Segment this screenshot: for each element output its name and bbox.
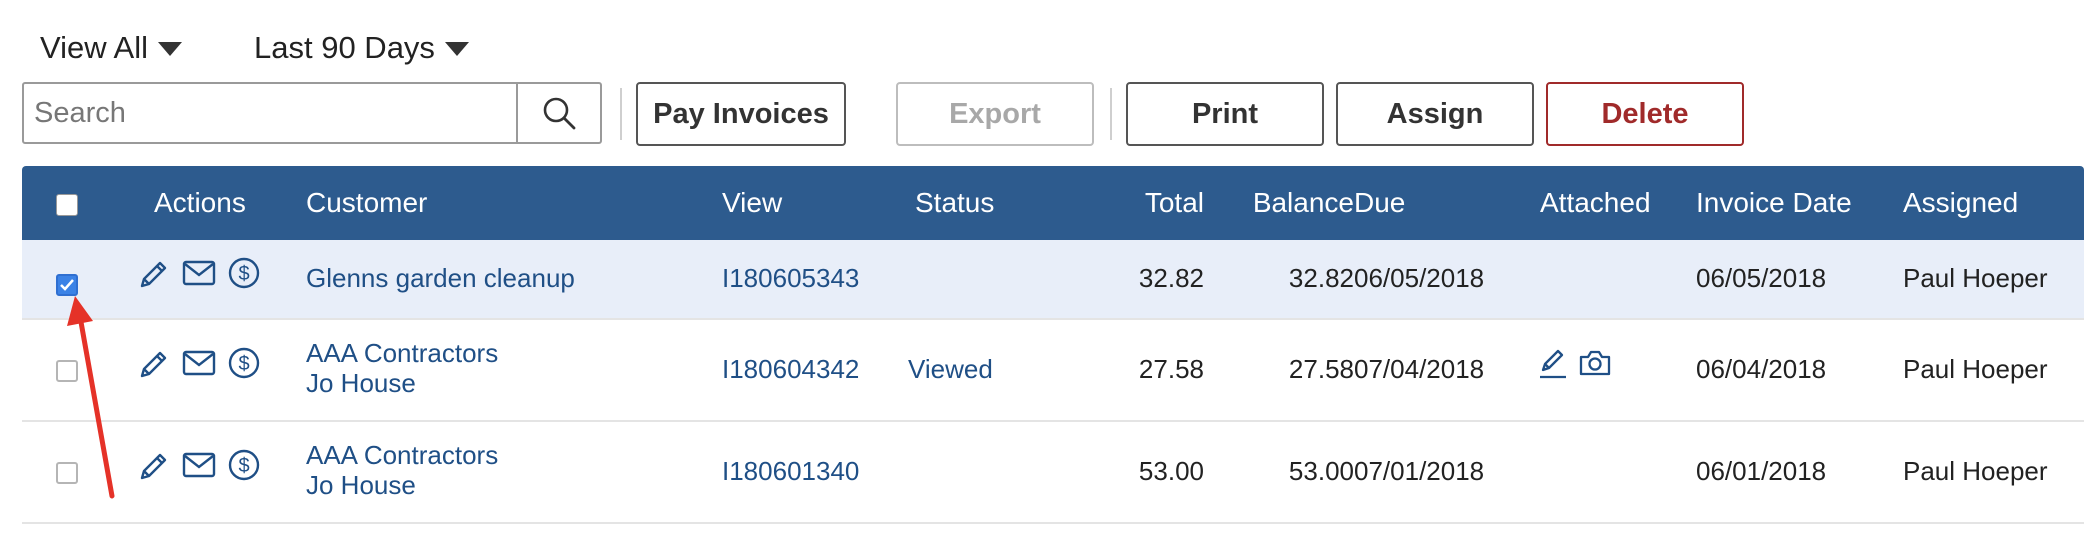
assigned-user: Paul Hoeper	[1903, 456, 2048, 486]
table-row[interactable]: $ AAA Contractors Jo House I180601340 53…	[22, 422, 2084, 524]
svg-text:$: $	[238, 263, 249, 285]
column-header-status[interactable]: Status	[915, 166, 994, 240]
select-all-checkbox[interactable]	[56, 194, 78, 216]
invoice-link[interactable]: I180604342	[722, 354, 859, 385]
filter-bar: View All Last 90 Days	[40, 28, 469, 68]
toolbar-divider	[620, 88, 622, 140]
export-button[interactable]: Export	[896, 82, 1094, 146]
customer-link[interactable]: AAA Contractors	[306, 440, 498, 470]
delete-button[interactable]: Delete	[1546, 82, 1744, 146]
signature-icon[interactable]	[1538, 346, 1568, 382]
caret-down-icon	[158, 42, 182, 56]
payment-icon[interactable]: $	[227, 256, 261, 290]
total-value: 27.58	[1138, 354, 1204, 384]
invoice-link[interactable]: I180605343	[722, 263, 859, 294]
column-header-invoice-date[interactable]: Invoice Date	[1696, 166, 1852, 240]
date-range-dropdown[interactable]: Last 90 Days	[254, 30, 469, 66]
total-value: 32.82	[1138, 263, 1204, 293]
svg-text:$: $	[238, 353, 249, 375]
row-checkbox[interactable]	[56, 360, 78, 382]
column-header-assigned[interactable]: Assigned	[1903, 166, 2018, 240]
view-filter-dropdown[interactable]: View All	[40, 30, 182, 66]
email-icon[interactable]	[182, 348, 216, 378]
edit-icon[interactable]	[136, 348, 170, 382]
row-checkbox[interactable]	[56, 462, 78, 484]
date-range-label: Last 90 Days	[254, 30, 435, 65]
column-header-actions: Actions	[154, 187, 246, 218]
customer-link[interactable]: Glenns garden cleanup	[306, 263, 575, 294]
invoice-table: Actions Customer View Status Total Balan…	[22, 166, 2084, 524]
invoice-date: 06/01/2018	[1696, 456, 1827, 486]
camera-icon[interactable]	[1578, 348, 1612, 378]
search-button[interactable]	[516, 84, 600, 142]
view-filter-label: View All	[40, 30, 148, 65]
column-header-balance[interactable]: Balance	[1212, 166, 1354, 240]
caret-down-icon	[444, 42, 469, 56]
edit-icon[interactable]	[136, 450, 170, 484]
table-row[interactable]: $ Glenns garden cleanup I180605343 32.82…	[22, 240, 2084, 320]
assigned-user: Paul Hoeper	[1903, 263, 2048, 293]
edit-icon[interactable]	[136, 258, 170, 292]
total-value: 53.00	[1138, 456, 1204, 486]
email-icon[interactable]	[182, 450, 216, 480]
status-text: Viewed	[908, 354, 993, 384]
search-box	[22, 82, 602, 144]
search-input[interactable]	[24, 84, 516, 142]
column-header-customer[interactable]: Customer	[306, 166, 427, 240]
print-button[interactable]: Print	[1126, 82, 1324, 146]
toolbar-divider	[1110, 88, 1112, 140]
due-date: 07/04/2018	[1354, 354, 1485, 384]
table-header: Actions Customer View Status Total Balan…	[22, 166, 2084, 240]
table-row[interactable]: $ AAA Contractors Jo House I180604342 Vi…	[22, 320, 2084, 422]
due-date: 07/01/2018	[1354, 456, 1485, 486]
row-checkbox[interactable]	[56, 274, 78, 296]
balance-value: 32.82	[1288, 263, 1354, 293]
column-header-view[interactable]: View	[722, 166, 782, 240]
column-header-total[interactable]: Total	[1062, 166, 1204, 240]
toolbar: Pay Invoices Export Print Assign Delete	[22, 82, 1752, 146]
column-header-attached[interactable]: Attached	[1540, 166, 1651, 240]
payment-icon[interactable]: $	[227, 448, 261, 482]
invoice-link[interactable]: I180601340	[722, 456, 859, 487]
customer-link[interactable]: AAA Contractors	[306, 338, 498, 368]
assign-button[interactable]: Assign	[1336, 82, 1534, 146]
invoice-date: 06/04/2018	[1696, 354, 1827, 384]
payment-icon[interactable]: $	[227, 346, 261, 380]
due-date: 06/05/2018	[1354, 263, 1485, 293]
assigned-user: Paul Hoeper	[1903, 354, 2048, 384]
balance-value: 53.00	[1288, 456, 1354, 486]
invoice-date: 06/05/2018	[1696, 263, 1827, 293]
column-header-due[interactable]: Due	[1354, 166, 1405, 240]
contact-link[interactable]: Jo House	[306, 470, 416, 500]
search-icon	[543, 97, 576, 130]
contact-link[interactable]: Jo House	[306, 368, 416, 398]
pay-invoices-button[interactable]: Pay Invoices	[636, 82, 846, 146]
email-icon[interactable]	[182, 258, 216, 288]
balance-value: 27.58	[1288, 354, 1354, 384]
checkmark-icon	[60, 279, 74, 291]
svg-text:$: $	[238, 455, 249, 477]
